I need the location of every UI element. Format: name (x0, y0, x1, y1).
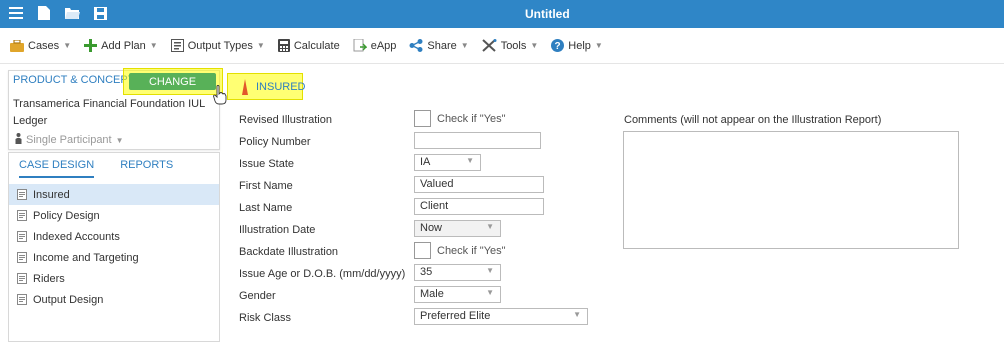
help-icon: ? (551, 39, 565, 52)
comments-textarea[interactable] (623, 131, 959, 249)
document-icon (17, 189, 27, 200)
window-title: Untitled (525, 7, 570, 21)
title-bar: Untitled (0, 0, 1004, 28)
row-revised-illustration: Revised Illustration Check if "Yes" (239, 110, 609, 130)
backdate-illustration-checkbox[interactable] (414, 242, 431, 259)
participant-selector[interactable]: Single Participant ▼ (15, 133, 124, 147)
row-issue-age: Issue Age or D.O.B. (mm/dd/yyyy) 35 ▼ (239, 264, 609, 284)
illustration-date-select[interactable]: Now ▼ (414, 220, 501, 237)
issue-state-label: Issue State (239, 158, 295, 170)
row-last-name: Last Name Client (239, 198, 609, 218)
tools-menu[interactable]: Tools ▼ (482, 39, 539, 52)
report-icon (170, 39, 184, 52)
share-menu[interactable]: Share ▼ (409, 39, 469, 52)
first-name-input[interactable]: Valued (414, 176, 544, 193)
chevron-down-icon: ▼ (256, 41, 265, 50)
eapp-icon (353, 39, 367, 52)
left-navigation: CASE DESIGN REPORTS Insured Policy Desig… (8, 152, 220, 342)
nav-item-insured[interactable]: Insured (9, 184, 219, 205)
help-menu[interactable]: ? Help ▼ (551, 39, 603, 52)
backdate-illustration-check-label: Check if "Yes" (437, 245, 506, 257)
chevron-down-icon: ▼ (594, 41, 603, 50)
risk-class-label: Risk Class (239, 312, 291, 324)
policy-number-input[interactable] (414, 132, 541, 149)
revised-illustration-checkbox[interactable] (414, 110, 431, 127)
calculate-button[interactable]: Calculate (277, 39, 340, 52)
gender-label: Gender (239, 290, 276, 302)
row-issue-state: Issue State IA ▼ (239, 154, 609, 174)
row-risk-class: Risk Class Preferred Elite ▼ (239, 308, 609, 328)
nav-item-indexed-accounts[interactable]: Indexed Accounts (9, 226, 219, 247)
chevron-down-icon: ▼ (486, 266, 494, 275)
section-header: INSURED (242, 79, 306, 95)
row-first-name: First Name Valued (239, 176, 609, 196)
issue-state-select[interactable]: IA ▼ (414, 154, 481, 171)
flag-icon (242, 79, 248, 95)
revised-illustration-label: Revised Illustration (239, 114, 332, 126)
cases-menu[interactable]: Cases ▼ (10, 39, 72, 52)
chevron-down-icon: ▼ (460, 41, 469, 50)
add-plan-menu[interactable]: Add Plan ▼ (84, 39, 158, 52)
svg-text:?: ? (555, 41, 561, 52)
document-icon (17, 231, 27, 242)
chevron-down-icon: ▼ (486, 288, 494, 297)
first-name-label: First Name (239, 180, 293, 192)
chevron-down-icon: ▼ (149, 41, 158, 50)
calculator-icon (277, 39, 290, 52)
plan-name: Transamerica Financial Foundation IUL Le… (13, 98, 205, 127)
nav-item-output-design[interactable]: Output Design (9, 289, 219, 310)
policy-number-label: Policy Number (239, 136, 311, 148)
briefcase-icon (10, 39, 24, 52)
plus-icon (84, 39, 98, 52)
chevron-down-icon: ▼ (466, 156, 474, 165)
section-title: INSURED (256, 81, 306, 93)
row-policy-number: Policy Number (239, 132, 609, 152)
document-icon (17, 252, 27, 263)
row-illustration-date: Illustration Date Now ▼ (239, 220, 609, 240)
last-name-label: Last Name (239, 202, 293, 214)
person-icon (15, 133, 22, 147)
share-icon (409, 39, 423, 52)
gender-select[interactable]: Male ▼ (414, 286, 501, 303)
revised-illustration-check-label: Check if "Yes" (437, 113, 506, 125)
row-backdate-illustration: Backdate Illustration Check if "Yes" (239, 242, 609, 262)
illustration-date-label: Illustration Date (239, 224, 316, 236)
main-toolbar: Cases ▼ Add Plan ▼ Output Types ▼ Calculate… (0, 28, 1004, 64)
backdate-illustration-label: Backdate Illustration (239, 246, 339, 258)
nav-item-policy-design[interactable]: Policy Design (9, 205, 219, 226)
nav-list: Insured Policy Design Indexed Accounts I… (9, 184, 219, 310)
risk-class-select[interactable]: Preferred Elite ▼ (414, 308, 588, 325)
chevron-down-icon: ▼ (63, 41, 72, 50)
issue-age-label: Issue Age or D.O.B. (mm/dd/yyyy) (239, 268, 406, 280)
hand-cursor-icon (213, 85, 227, 105)
chevron-down-icon: ▼ (115, 135, 124, 145)
change-button[interactable]: CHANGE (129, 73, 216, 90)
document-icon (17, 294, 27, 305)
output-types-menu[interactable]: Output Types ▼ (170, 39, 265, 52)
row-gender: Gender Male ▼ (239, 286, 609, 306)
document-icon (17, 210, 27, 221)
issue-age-select[interactable]: 35 ▼ (414, 264, 501, 281)
comments-label: Comments (will not appear on the Illustr… (624, 114, 882, 126)
tab-case-design[interactable]: CASE DESIGN (19, 159, 95, 178)
chevron-down-icon: ▼ (486, 222, 494, 231)
tools-icon (482, 39, 497, 52)
chevron-down-icon: ▼ (573, 310, 581, 319)
nav-item-income-targeting[interactable]: Income and Targeting (9, 247, 219, 268)
last-name-input[interactable]: Client (414, 198, 544, 215)
eapp-button[interactable]: eApp (353, 39, 396, 52)
chevron-down-icon: ▼ (530, 41, 539, 50)
nav-item-riders[interactable]: Riders (9, 268, 219, 289)
nav-tabs: CASE DESIGN REPORTS (9, 153, 219, 178)
product-concept-label: PRODUCT & CONCEPT (13, 74, 135, 86)
document-icon (17, 273, 27, 284)
tab-reports[interactable]: REPORTS (120, 159, 173, 178)
